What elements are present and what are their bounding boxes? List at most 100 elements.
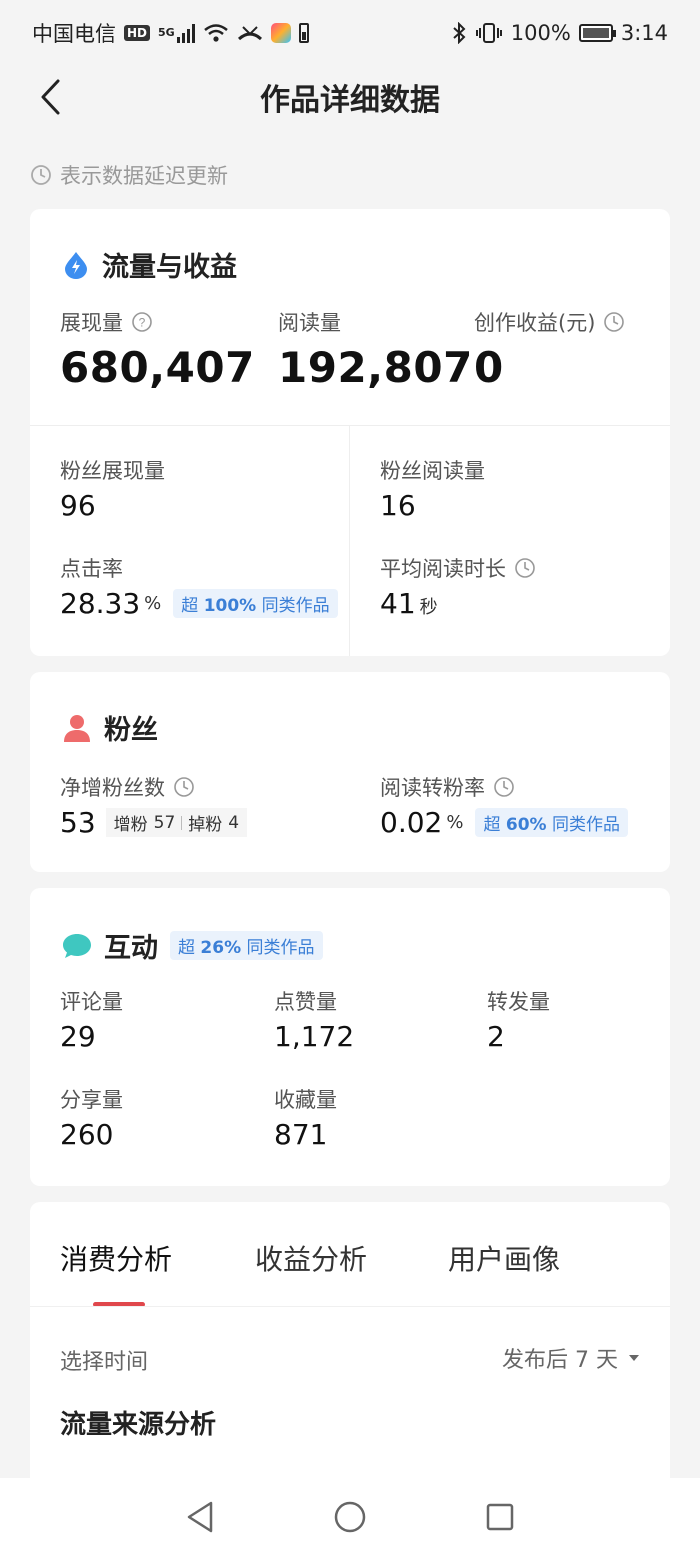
shares-label: 分享量 bbox=[60, 1088, 123, 1112]
delay-note-text: 表示数据延迟更新 bbox=[60, 164, 228, 188]
page-title: 作品详细数据 bbox=[260, 83, 440, 118]
badge-suffix: 同类作品 bbox=[261, 596, 330, 616]
ctr-value: 28.33 bbox=[60, 587, 141, 620]
net-fans-label-text: 净增粉丝数 bbox=[60, 776, 165, 800]
clock-icon bbox=[174, 777, 194, 797]
tab-consumption-analysis[interactable]: 消费分析 bbox=[60, 1238, 172, 1278]
badge-prefix: 超 bbox=[178, 938, 195, 958]
clock-icon bbox=[31, 165, 51, 185]
gain-value: 57 bbox=[153, 812, 176, 833]
badge-suffix: 同类作品 bbox=[246, 938, 315, 958]
badge-suffix: 同类作品 bbox=[551, 815, 620, 835]
reposts-label: 转发量 bbox=[487, 990, 550, 1014]
net-fans-label: 净增粉丝数 bbox=[60, 772, 195, 802]
conversion-value: 0.02 bbox=[380, 806, 443, 839]
conversion-label: 阅读转粉率 bbox=[380, 772, 515, 802]
help-icon[interactable]: ? bbox=[131, 311, 153, 333]
carrier-name: 中国电信 bbox=[32, 22, 116, 46]
wifi-icon bbox=[203, 24, 228, 42]
nav-back-button[interactable] bbox=[180, 1497, 220, 1537]
impressions-label: 展现量 ? bbox=[60, 307, 153, 337]
earnings-value: 0 bbox=[474, 343, 504, 392]
comments-label: 评论量 bbox=[60, 990, 123, 1014]
water-drop-icon bbox=[65, 251, 87, 279]
avg-read-time-row: 41 秒 bbox=[380, 587, 438, 620]
app-notification-icon bbox=[270, 23, 291, 43]
net-fans-row: 53 增粉 57 掉粉 4 bbox=[60, 806, 248, 839]
conversion-row: 0.02 % 超 60% 同类作品 bbox=[380, 806, 628, 839]
bluetooth-icon bbox=[453, 22, 466, 44]
system-navigation-bar bbox=[0, 1478, 700, 1555]
missed-call-icon bbox=[237, 26, 262, 41]
avg-read-time-unit: 秒 bbox=[419, 597, 438, 618]
ctr-value-row: 28.33 % 超 100% 同类作品 bbox=[60, 587, 338, 620]
battery-icon bbox=[578, 24, 616, 42]
battery-percent: 100% bbox=[510, 21, 571, 45]
fan-impressions-label: 粉丝展现量 bbox=[60, 459, 165, 483]
divider bbox=[30, 1306, 670, 1307]
tab-user-profile[interactable]: 用户画像 bbox=[448, 1238, 560, 1278]
tab-earnings-analysis[interactable]: 收益分析 bbox=[255, 1238, 367, 1278]
interaction-card: 互动 超 26% 同类作品 评论量 29 点赞量 1,172 转发量 2 分享量… bbox=[30, 888, 670, 1186]
separator bbox=[181, 815, 183, 830]
clock-icon bbox=[494, 777, 514, 797]
conversion-comparison-badge: 超 60% 同类作品 bbox=[475, 808, 628, 837]
avg-read-time-label-text: 平均阅读时长 bbox=[380, 557, 506, 581]
loss-value: 4 bbox=[228, 812, 240, 833]
analysis-card: 消费分析 收益分析 用户画像 选择时间 发布后 7 天 流量来源分析 bbox=[30, 1202, 670, 1492]
time-select-label: 选择时间 bbox=[60, 1350, 149, 1375]
svg-text:?: ? bbox=[139, 316, 146, 330]
gain-label: 增粉 bbox=[113, 815, 148, 835]
fan-change-detail: 增粉 57 掉粉 4 bbox=[105, 808, 248, 837]
ctr-comparison-badge: 超 100% 同类作品 bbox=[173, 589, 338, 618]
avg-read-time-value: 41 bbox=[380, 587, 416, 620]
time-range-value: 发布后 7 天 bbox=[502, 1348, 618, 1373]
circle-home-icon bbox=[334, 1501, 366, 1532]
triangle-back-icon bbox=[187, 1501, 213, 1532]
signal-icon bbox=[176, 23, 195, 43]
square-recents-icon bbox=[486, 1503, 514, 1530]
nav-recents-button[interactable] bbox=[480, 1497, 520, 1537]
interaction-title-text: 互动 bbox=[104, 933, 158, 964]
fans-card: 粉丝 净增粉丝数 53 增粉 57 掉粉 4 阅读转粉率 0.02 % 超 60… bbox=[30, 672, 670, 872]
reposts-value: 2 bbox=[487, 1020, 505, 1053]
conversion-unit: % bbox=[446, 812, 464, 833]
person-icon bbox=[64, 714, 90, 742]
impressions-label-text: 展现量 bbox=[60, 311, 123, 335]
clock-icon bbox=[604, 312, 625, 332]
earnings-label-text: 创作收益(元) bbox=[474, 311, 596, 335]
reads-label-text: 阅读量 bbox=[278, 311, 341, 335]
fan-reads-label: 粉丝阅读量 bbox=[380, 459, 485, 483]
conversion-label-text: 阅读转粉率 bbox=[380, 776, 485, 800]
delay-note: 表示数据延迟更新 bbox=[30, 160, 228, 190]
traffic-card-title: 流量与收益 bbox=[62, 245, 237, 284]
traffic-earnings-card: 流量与收益 展现量 ? 680,407 阅读量 192,807 创作收益(元) … bbox=[30, 209, 670, 656]
network-type: 5G bbox=[158, 26, 175, 39]
badge-percent: 60% bbox=[505, 815, 547, 835]
badge-percent: 100% bbox=[203, 596, 257, 616]
traffic-title-text: 流量与收益 bbox=[102, 252, 237, 283]
nav-home-button[interactable] bbox=[330, 1497, 370, 1537]
page-header: 作品详细数据 bbox=[0, 66, 700, 128]
interaction-comparison-badge: 超 26% 同类作品 bbox=[170, 931, 323, 960]
fan-impressions-value: 96 bbox=[60, 489, 96, 522]
divider bbox=[349, 425, 350, 656]
clock-icon bbox=[515, 558, 535, 578]
reads-label: 阅读量 bbox=[278, 307, 341, 337]
chevron-left-icon bbox=[41, 79, 60, 115]
ctr-label: 点击率 bbox=[60, 557, 123, 581]
likes-value: 1,172 bbox=[274, 1020, 355, 1053]
earnings-label: 创作收益(元) bbox=[474, 307, 625, 337]
fans-card-title: 粉丝 bbox=[62, 708, 158, 747]
battery-alert-icon bbox=[298, 23, 309, 43]
badge-prefix: 超 bbox=[181, 596, 199, 616]
likes-label: 点赞量 bbox=[274, 990, 337, 1014]
fans-title-text: 粉丝 bbox=[104, 715, 158, 746]
fan-reads-value: 16 bbox=[380, 489, 416, 522]
shares-value: 260 bbox=[60, 1118, 114, 1151]
time-range-dropdown[interactable]: 发布后 7 天 bbox=[502, 1342, 640, 1374]
divider bbox=[30, 425, 670, 426]
net-fans-value: 53 bbox=[60, 806, 96, 839]
status-bar: 中国电信 HD 5G 100% 3:14 bbox=[0, 0, 700, 66]
back-button[interactable] bbox=[30, 76, 70, 118]
